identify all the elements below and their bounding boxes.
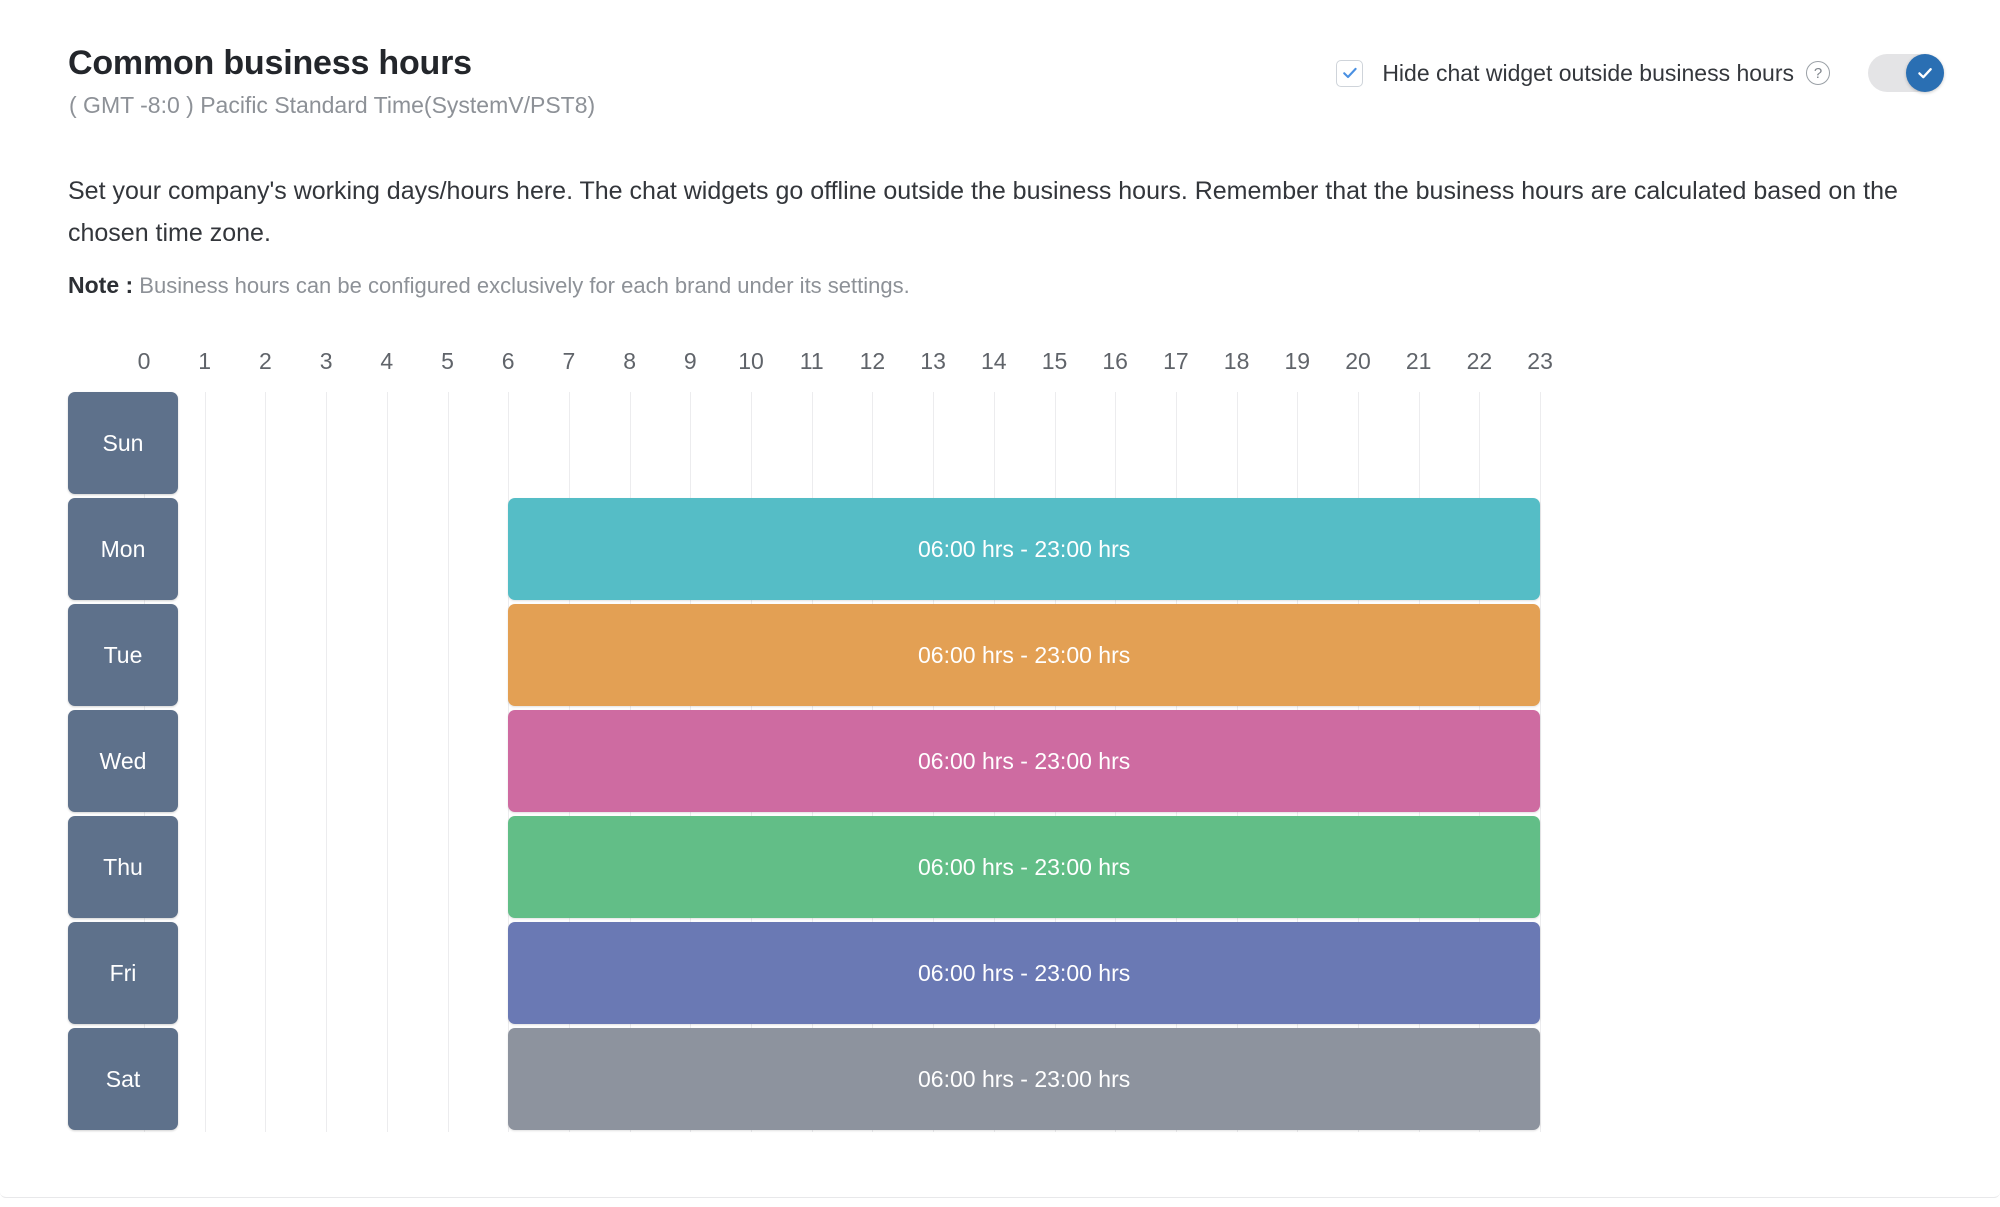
page-title: Common business hours [68,44,472,82]
description-text: Set your company's working days/hours he… [68,177,1898,247]
hour-tick-label: 3 [319,348,333,374]
hours-bar-label: 06:00 hrs - 23:00 hrs [918,747,1131,774]
hour-tick-label: 6 [501,348,515,374]
note-line: Note : Business hours can be configured … [68,272,910,299]
hour-tick-label: 13 [920,348,946,374]
header-controls: Hide chat widget outside business hours … [1336,54,1944,92]
day-chip-mon[interactable]: Mon [68,498,178,600]
day-chip-tue[interactable]: Tue [68,604,178,706]
note-label: Note : [68,272,134,298]
day-chip-thu[interactable]: Thu [68,816,178,918]
business-hours-toggle[interactable] [1868,54,1944,92]
toggle-knob [1906,54,1944,92]
hour-axis: 0 1 2 3 4 5 6 7 8 9 10 11 12 13 14 15 16 17 18 19 20 21 22 23 [68,348,1950,392]
chart-row: Mon 06:00 hrs - 23:00 hrs [68,498,1950,600]
hours-bar-label: 06:00 hrs - 23:00 hrs [918,535,1131,562]
hours-bar-sat[interactable]: 06:00 hrs - 23:00 hrs [508,1028,1541,1130]
hours-bar-label: 06:00 hrs - 23:00 hrs [918,853,1131,880]
check-icon [1342,67,1357,79]
hour-tick-label: 9 [683,348,697,374]
day-chip-fri[interactable]: Fri [68,922,178,1024]
hours-bar-label: 06:00 hrs - 23:00 hrs [918,1065,1131,1092]
hours-bar-thu[interactable]: 06:00 hrs - 23:00 hrs [508,816,1541,918]
timezone-label: ( GMT -8:0 ) Pacific Standard Time(Syste… [69,92,596,118]
hour-tick-label: 2 [258,348,272,374]
hours-bar-label: 06:00 hrs - 23:00 hrs [918,959,1131,986]
hour-tick-label: 15 [1041,348,1068,374]
hour-tick-label: 20 [1345,348,1371,374]
business-hours-chart: 0 1 2 3 4 5 6 7 8 9 10 11 12 13 14 15 16 17 18 19 20 21 22 23 S… [68,348,1950,1148]
hours-bar-mon[interactable]: 06:00 hrs - 23:00 hrs [508,498,1541,600]
chart-row: Sat 06:00 hrs - 23:00 hrs [68,1028,1950,1130]
chart-row: Tue 06:00 hrs - 23:00 hrs [68,604,1950,706]
hour-tick-label: 22 [1466,348,1493,374]
business-hours-page: Common business hours ( GMT -8:0 ) Pacif… [0,0,2000,1207]
hour-tick-label: 11 [799,348,824,374]
hour-tick-label: 4 [380,348,394,374]
note-text: Business hours can be configured exclusi… [139,273,910,298]
business-hours-card: Common business hours ( GMT -8:0 ) Pacif… [0,0,2000,1198]
hour-tick-label: 10 [738,348,764,374]
hours-bar-label: 06:00 hrs - 23:00 hrs [918,641,1131,668]
header: Common business hours ( GMT -8:0 ) Pacif… [68,44,1944,124]
hour-tick-label: 7 [562,348,576,374]
hour-tick-label: 17 [1163,348,1189,374]
hours-bar-fri[interactable]: 06:00 hrs - 23:00 hrs [508,922,1541,1024]
chart-row: Fri 06:00 hrs - 23:00 hrs [68,922,1950,1024]
hours-bar-wed[interactable]: 06:00 hrs - 23:00 hrs [508,710,1541,812]
hide-chat-widget-label: Hide chat widget outside business hours [1382,59,1794,86]
hour-tick-label: 19 [1284,348,1311,374]
chart-row: Sun [68,392,1950,494]
hour-tick-label: 18 [1223,348,1250,374]
hours-bar-tue[interactable]: 06:00 hrs - 23:00 hrs [508,604,1541,706]
chart-row: Thu 06:00 hrs - 23:00 hrs [68,816,1950,918]
hour-tick-label: 21 [1405,348,1432,374]
hour-tick-label: 5 [441,348,454,374]
chart-row: Wed 06:00 hrs - 23:00 hrs [68,710,1950,812]
chart-rows: Sun Mon 06:00 hrs - 23:00 hrs Tue 06:00 hrs … [68,392,1950,1132]
hour-tick-label: 16 [1102,348,1128,374]
hide-chat-widget-checkbox[interactable] [1336,59,1364,87]
check-icon [1918,68,1932,79]
day-chip-sat[interactable]: Sat [68,1028,178,1130]
day-chip-sun[interactable]: Sun [68,392,178,494]
hour-tick-label: 23 [1527,348,1553,374]
day-chip-wed[interactable]: Wed [68,710,178,812]
hour-tick-label: 12 [859,348,886,374]
question-mark-circle-icon[interactable]: ? [1806,61,1830,85]
hour-tick-label: 1 [198,348,212,374]
hour-tick-label: 14 [981,348,1007,374]
hour-tick-label: 8 [623,348,636,374]
hour-tick-label: 0 [137,348,151,374]
